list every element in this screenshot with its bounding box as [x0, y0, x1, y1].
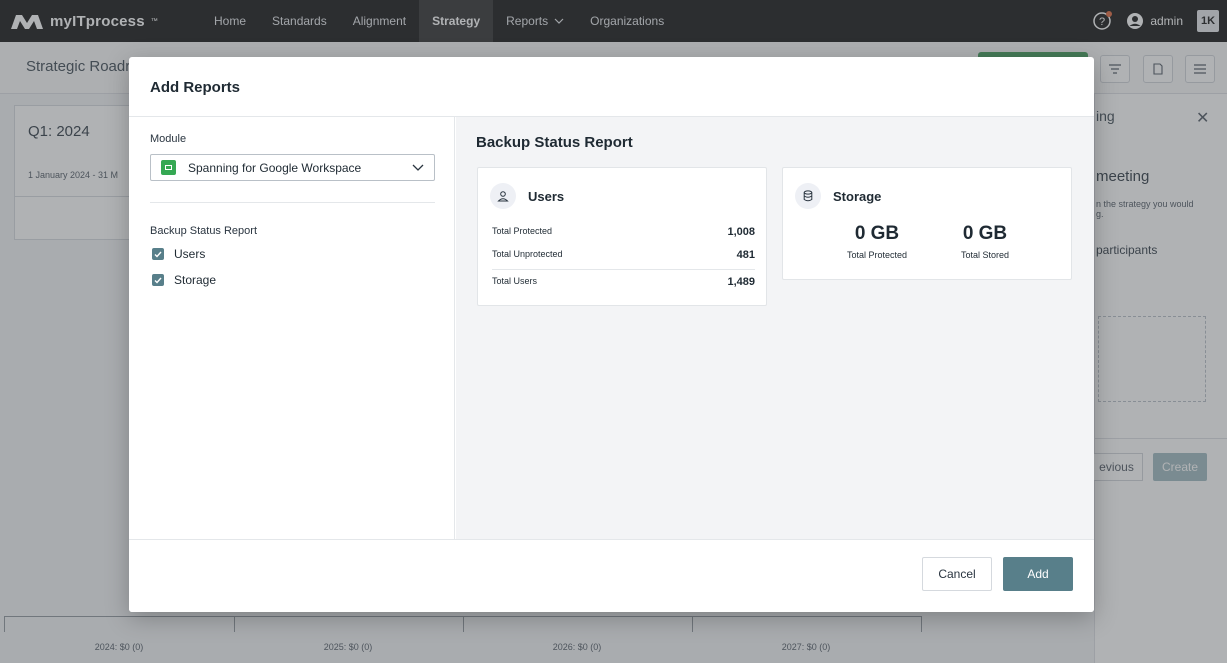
stat-value: 0 GB [854, 223, 900, 244]
module-select-value: Spanning for Google Workspace [188, 160, 362, 175]
report-preview: Backup Status Report Users Total Protect… [456, 117, 1094, 539]
stat-value: 0 GB [962, 223, 1008, 244]
option-storage[interactable]: Storage [150, 273, 434, 287]
stat-row: Total Protected 1,008 [492, 226, 755, 238]
stat-label: Total Users [492, 276, 538, 286]
card-title: Users [528, 188, 565, 204]
add-button[interactable]: Add [1003, 557, 1073, 591]
user-icon [490, 183, 516, 209]
stat-row: Total Users 1,489 [492, 276, 755, 288]
module-select[interactable]: Spanning for Google Workspace [150, 154, 435, 181]
chevron-down-icon [412, 164, 424, 171]
card-header: Users [490, 183, 564, 209]
module-label: Module [150, 133, 187, 145]
option-label: Users [174, 247, 206, 261]
stat-label: Total Stored [960, 250, 1010, 260]
stat-row: Total Unprotected 481 [492, 249, 755, 261]
modal-header: Add Reports [129, 57, 1094, 117]
storage-stat: 0 GB Total Protected [827, 223, 927, 260]
add-reports-modal: Add Reports Module Spanning for Google W… [129, 57, 1094, 612]
divider [492, 269, 755, 270]
stat-value: 1,489 [727, 276, 755, 288]
storage-card: Storage 0 GB Total Protected 0 GB Total … [782, 167, 1072, 280]
users-checkbox[interactable] [152, 248, 164, 260]
stat-value: 481 [736, 249, 755, 261]
card-title: Storage [833, 188, 882, 204]
cancel-button[interactable]: Cancel [922, 557, 992, 591]
stat-value: 1,008 [727, 226, 755, 238]
divider [150, 202, 435, 203]
option-users[interactable]: Users [150, 247, 434, 261]
users-card: Users Total Protected 1,008 Total Unprot… [477, 167, 767, 306]
report-group-label: Backup Status Report [150, 225, 258, 237]
report-preview-title: Backup Status Report [476, 134, 633, 151]
modal-title: Add Reports [150, 79, 240, 96]
stat-label: Total Unprotected [492, 249, 563, 259]
database-icon [795, 183, 821, 209]
stat-label: Total Protected [846, 250, 908, 260]
option-label: Storage [174, 273, 217, 287]
stat-label: Total Protected [492, 226, 553, 236]
modal-footer: Cancel Add [129, 539, 1094, 612]
checkmark-icon [154, 277, 162, 284]
card-header: Storage [795, 183, 881, 209]
storage-stat: 0 GB Total Stored [935, 223, 1035, 260]
storage-checkbox[interactable] [152, 274, 164, 286]
report-options-panel: Module Spanning for Google Workspace Bac… [129, 117, 455, 539]
google-sheets-icon [161, 160, 176, 175]
checkmark-icon [154, 251, 162, 258]
